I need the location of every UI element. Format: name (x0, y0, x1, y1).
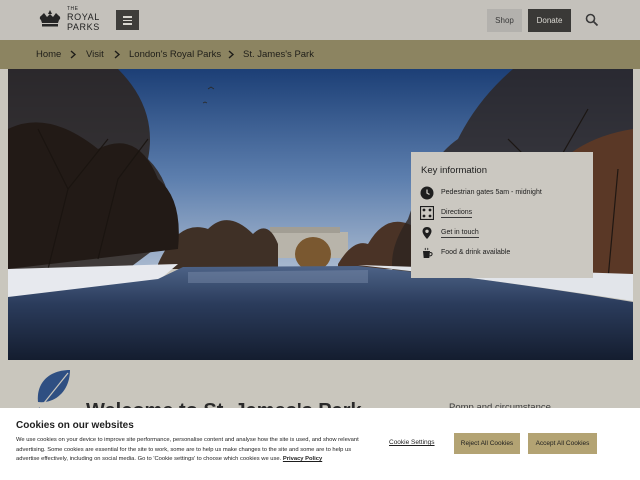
breadcrumb: Home Visit London's Royal Parks St. Jame… (0, 40, 640, 69)
chevron-right-icon (114, 50, 121, 59)
clock-icon (420, 186, 434, 200)
directions-icon (420, 206, 434, 220)
reject-all-cookies-button[interactable]: Reject All Cookies (454, 433, 520, 454)
get-in-touch-link[interactable]: Get in touch (441, 229, 479, 238)
breadcrumb-royal-parks[interactable]: London's Royal Parks (129, 49, 221, 60)
breadcrumb-st-james-park: St. James's Park (243, 49, 314, 60)
royal-parks-logo[interactable]: THE ROYAL PARKS (36, 7, 102, 33)
crown-logo-icon (39, 10, 61, 27)
site-header: THE ROYAL PARKS Shop Donate (0, 0, 640, 40)
opening-hours-item: Pedestrian gates 5am - midnight (420, 186, 585, 200)
privacy-policy-link[interactable]: Privacy Policy (283, 456, 322, 462)
hamburger-icon (123, 16, 132, 18)
accept-all-cookies-button[interactable]: Accept All Cookies (528, 433, 597, 454)
food-drink-text: Food & drink available (441, 249, 511, 256)
logo-parks-text: PARKS (67, 22, 100, 32)
leaf-icon (34, 370, 70, 412)
key-information-panel: Key information Pedestrian gates 5am - m… (411, 152, 593, 278)
donate-button[interactable]: Donate (528, 9, 571, 32)
cookie-banner-text: We use cookies on your device to improve… (16, 436, 361, 465)
cookie-banner-title: Cookies on our websites (16, 420, 134, 431)
location-pin-icon (422, 227, 432, 239)
breadcrumb-visit[interactable]: Visit (86, 49, 104, 60)
cookie-settings-link[interactable]: Cookie Settings (389, 439, 435, 446)
chevron-right-icon (70, 50, 77, 59)
get-in-touch-item[interactable]: Get in touch (420, 226, 585, 240)
logo-royal-text: ROYAL (67, 12, 100, 22)
menu-button[interactable] (116, 10, 139, 30)
food-drink-item: Food & drink available (420, 246, 585, 260)
shop-button[interactable]: Shop (487, 9, 522, 32)
cup-icon (423, 247, 433, 258)
directions-link[interactable]: Directions (441, 209, 473, 218)
key-information-title: Key information (421, 165, 488, 176)
search-icon[interactable] (585, 13, 599, 27)
cookie-banner: Cookies on our websites We use cookies o… (0, 408, 640, 480)
breadcrumb-home[interactable]: Home (36, 49, 61, 60)
opening-hours-text: Pedestrian gates 5am - midnight (441, 189, 542, 196)
directions-item[interactable]: Directions (420, 206, 585, 220)
chevron-right-icon (228, 50, 235, 59)
